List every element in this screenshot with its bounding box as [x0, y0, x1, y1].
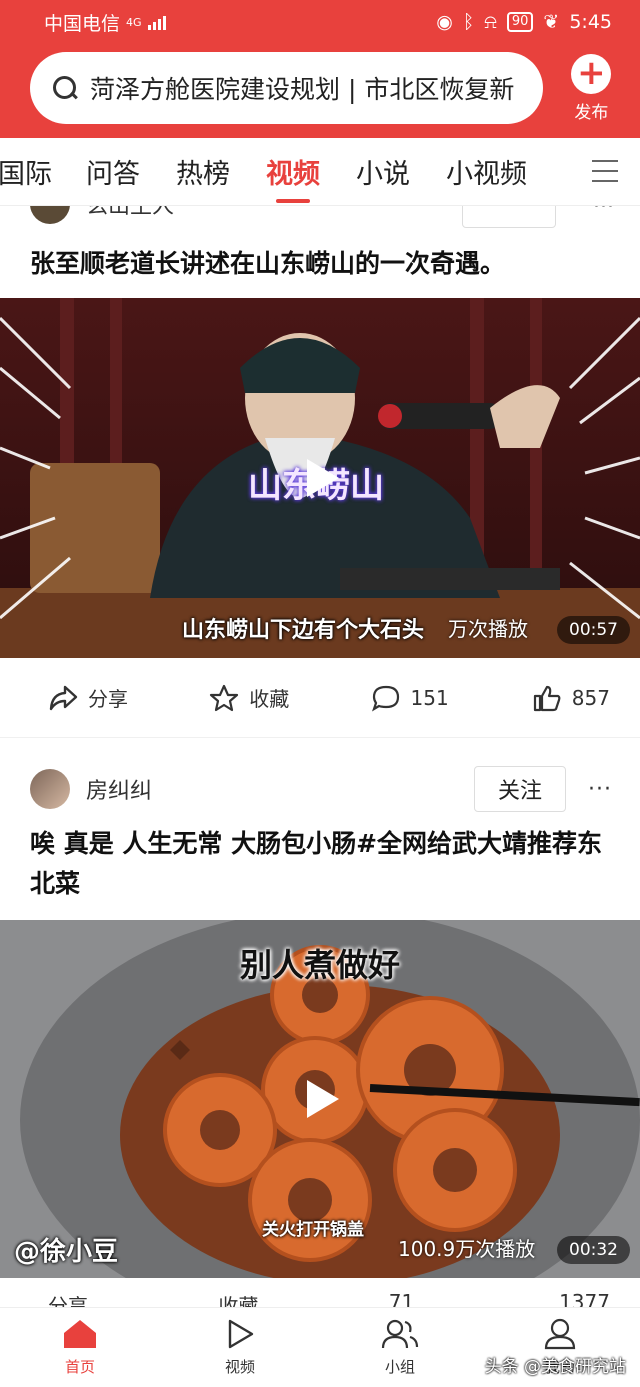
play-count: 万次播放	[448, 617, 528, 641]
video-duration: 00:57	[557, 616, 630, 644]
nav-group-label: 小组	[384, 1358, 415, 1376]
comment-button[interactable]: 151	[371, 684, 532, 712]
favorite-button[interactable]: 收藏	[209, 683, 370, 712]
search-icon	[52, 75, 78, 101]
follow-button[interactable]	[462, 206, 556, 228]
play-count: 100.9万次播放	[398, 1237, 536, 1261]
tab-video[interactable]: 视频	[266, 152, 320, 203]
feed: 玄山王人 ··· 张至顺老道长讲述在山东崂山的一次奇遇。 山东崂山下边有个大石头…	[0, 206, 640, 1314]
video-duration: 00:32	[557, 1236, 630, 1264]
video-subtitle: 关火打开锅盖	[262, 1220, 364, 1240]
tab-qa[interactable]: 问答	[86, 152, 140, 191]
group-icon	[381, 1319, 419, 1349]
post-header-partial: 玄山王人 ···	[0, 206, 640, 230]
status-bar: 中国电信 4G ◉ ᛒ ⍾ 90 ❦ 5:45	[0, 0, 640, 44]
share-button[interactable]: 分享	[48, 683, 209, 712]
nav-group[interactable]: 小组	[320, 1308, 480, 1387]
nav-home-label: 首页	[64, 1358, 95, 1376]
avatar[interactable]	[30, 206, 70, 224]
video-subtitle: 山东崂山下边有个大石头	[182, 618, 425, 643]
source-watermark: 头条 @美食研究站	[484, 1357, 626, 1377]
thumbs-up-icon	[533, 685, 561, 711]
avatar[interactable]	[30, 769, 70, 809]
post-author-row: 房纠纠 关注 ···	[0, 748, 640, 814]
play-outline-icon	[228, 1319, 254, 1349]
tab-hot[interactable]: 热榜	[176, 152, 230, 191]
author-name[interactable]: 玄山王人	[86, 206, 174, 220]
clock-time: 5:45	[569, 11, 612, 33]
header: 中国电信 4G ◉ ᛒ ⍾ 90 ❦ 5:45 菏泽方舱医院建设规划 | 市北区…	[0, 0, 640, 138]
favorite-label: 收藏	[249, 687, 290, 711]
mute-bell-icon: ⍾	[484, 11, 497, 33]
like-button[interactable]: 857	[532, 684, 610, 712]
nav-video[interactable]: 视频	[160, 1308, 320, 1387]
publish-label: 发布	[574, 102, 609, 123]
battery-icon: 90	[506, 12, 534, 32]
play-icon[interactable]	[291, 1070, 349, 1128]
nav-video-label: 视频	[224, 1358, 255, 1376]
like-count: 857	[571, 685, 610, 710]
menu-icon[interactable]	[592, 160, 618, 182]
bluetooth-icon: ᛒ	[462, 11, 475, 33]
app-screen: 中国电信 4G ◉ ᛒ ⍾ 90 ❦ 5:45 菏泽方舱医院建设规划 | 市北区…	[0, 0, 640, 1387]
video-player[interactable]: 山东崂山 山东崂山下边有个大石头 万次播放 00:57	[0, 298, 640, 658]
post-title[interactable]: 唉 真是 人生无常 大肠包小肠#全网给武大靖推荐东北菜	[0, 814, 640, 904]
tab-novel[interactable]: 小说	[356, 152, 410, 191]
home-icon	[64, 1320, 96, 1348]
tab-international[interactable]: 国际	[0, 152, 52, 191]
video-watermark: @徐小豆	[14, 1237, 119, 1267]
channel-tabs: 国际 问答 热榜 视频 小说 小视频	[0, 138, 640, 206]
carrier-label: 中国电信	[44, 12, 121, 35]
network-label: 4G	[126, 15, 142, 29]
video-player[interactable]: 别人煮做好 关火打开锅盖 @徐小豆 100.9万次播放 00:32	[0, 920, 640, 1278]
tab-short-video[interactable]: 小视频	[446, 152, 527, 191]
signal-icon	[147, 14, 166, 30]
author-name[interactable]: 房纠纠	[86, 773, 474, 805]
post-actions: 分享 收藏 151 857	[0, 658, 640, 738]
post-title[interactable]: 张至顺老道长讲述在山东崂山的一次奇遇。	[0, 230, 640, 284]
eye-icon: ◉	[436, 11, 453, 33]
search-input[interactable]: 菏泽方舱医院建设规划 | 市北区恢复新	[30, 52, 543, 124]
publish-button[interactable]: + 发布	[557, 53, 626, 123]
more-icon[interactable]: ···	[588, 777, 612, 802]
video-title-overlay: 别人煮做好	[240, 946, 401, 984]
nav-home[interactable]: 首页	[0, 1308, 160, 1387]
comment-count: 151	[410, 685, 449, 710]
play-icon[interactable]	[291, 449, 349, 507]
star-icon	[210, 684, 239, 711]
search-text: 菏泽方舱医院建设规划 | 市北区恢复新	[90, 75, 515, 104]
comment-icon	[371, 685, 399, 711]
share-label: 分享	[88, 687, 128, 711]
plus-icon: +	[571, 53, 612, 94]
more-icon[interactable]: ···	[593, 206, 614, 219]
leaf-icon: ❦	[543, 11, 560, 33]
follow-button[interactable]: 关注	[474, 766, 567, 812]
person-icon	[544, 1318, 576, 1350]
share-icon	[49, 685, 78, 710]
